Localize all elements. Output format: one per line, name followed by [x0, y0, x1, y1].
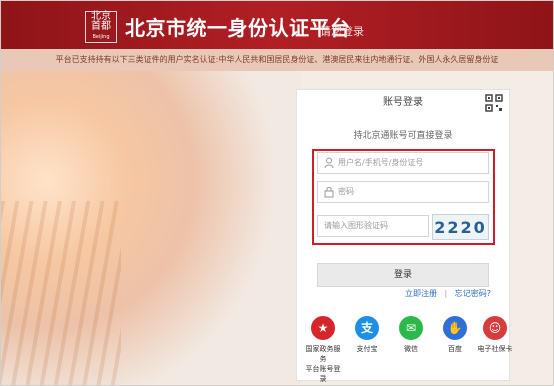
username-input[interactable]: 用户名/手机号/身份证号	[317, 152, 489, 174]
provider-label: 国家政务服务	[305, 345, 341, 363]
user-icon	[324, 157, 334, 169]
auth-links: 立即注册 | 忘记密码?	[405, 288, 491, 299]
provider-gov-platform[interactable]: ★ 国家政务服务 平台账号登录	[303, 316, 343, 384]
social-card-icon: ☺	[483, 316, 507, 340]
wechat-icon: ✉	[399, 316, 423, 340]
password-placeholder: 密码	[338, 187, 354, 196]
link-separator: |	[444, 289, 448, 298]
provider-label: 支付宝	[356, 345, 378, 353]
baidu-icon: ✋	[443, 316, 467, 340]
username-placeholder: 用户名/手机号/身份证号	[338, 158, 424, 167]
password-input[interactable]: 密码	[317, 181, 489, 203]
login-card: 账号登录 持北京通账号可直接登录 用户名/手机号/身份证号 密码 请输入图形验证…	[296, 89, 513, 383]
provider-label: 百度	[448, 345, 462, 353]
provider-label-2: 平台账号登录	[305, 365, 341, 383]
captcha-placeholder: 请输入图形验证码	[324, 221, 388, 230]
top-banner: 北京 首都 Beijing 北京市统一身份认证平台 请您登录	[1, 1, 553, 49]
provider-alipay[interactable]: 支 支付宝	[347, 316, 387, 354]
emblem-icon: ★	[311, 316, 335, 340]
third-party-login: ★ 国家政务服务 平台账号登录 支 支付宝 ✉ 微信 ✋ 百度 ☺ 电子社保卡	[299, 316, 513, 383]
captcha-image[interactable]: 2220	[432, 214, 489, 240]
header-login-link[interactable]: 请您登录	[320, 23, 364, 39]
provider-social-card[interactable]: ☺ 电子社保卡	[475, 316, 515, 354]
captcha-input[interactable]: 请输入图形验证码	[317, 215, 429, 237]
provider-label: 电子社保卡	[477, 345, 513, 353]
register-link[interactable]: 立即注册	[405, 289, 437, 298]
background-stripes	[1, 201, 121, 385]
login-hint: 持北京通账号可直接登录	[353, 131, 453, 141]
provider-wechat[interactable]: ✉ 微信	[391, 316, 431, 354]
beijing-logo: 北京 首都 Beijing	[85, 11, 117, 43]
page-frame: 北京 首都 Beijing 北京市统一身份认证平台 请您登录 平台已支持持有以下…	[0, 0, 554, 386]
lock-icon	[324, 187, 334, 198]
page-title: 北京市统一身份认证平台	[125, 16, 351, 40]
qr-code-icon[interactable]	[485, 94, 503, 112]
provider-label: 微信	[404, 345, 418, 353]
notice-bar: 平台已支持持有以下三类证件的用户实名认证:中华人民共和国居民身份证、港澳居民来往…	[1, 49, 553, 71]
login-button[interactable]: 登录	[317, 263, 489, 287]
tab-account-login[interactable]: 账号登录	[297, 90, 509, 116]
provider-baidu[interactable]: ✋ 百度	[435, 316, 475, 354]
forgot-password-link[interactable]: 忘记密码?	[455, 289, 491, 298]
alipay-icon: 支	[355, 316, 379, 340]
